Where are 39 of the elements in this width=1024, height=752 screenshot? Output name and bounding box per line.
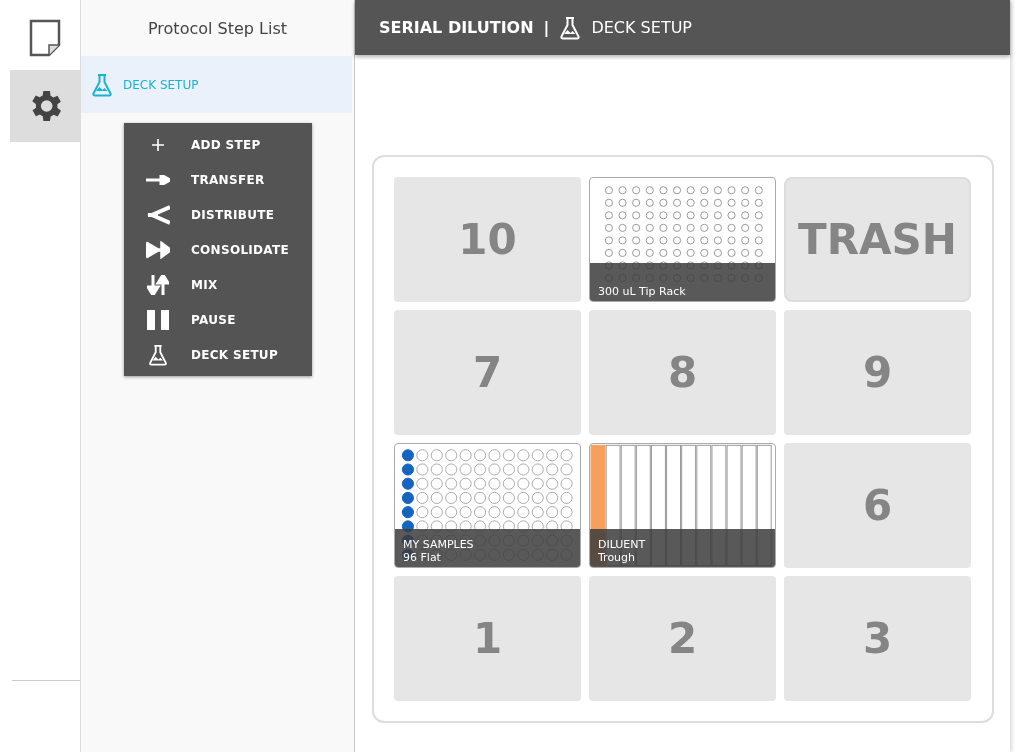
slot-number: 6 (862, 481, 893, 530)
flask-icon (91, 72, 113, 97)
menu-item[interactable]: MIX (124, 267, 312, 302)
pause-icon (146, 309, 169, 330)
file-icon (29, 19, 61, 57)
slot-number: 10 (458, 215, 517, 264)
flask-icon (146, 343, 169, 366)
slot-number: 7 (472, 348, 503, 397)
labware-type: 96 Flat (403, 551, 442, 564)
menu-item[interactable]: DECK SETUP (124, 337, 312, 372)
labware[interactable]: MY SAMPLES 96 Flat (394, 443, 581, 568)
labware-name: 300 uL Tip Rack (598, 285, 687, 298)
plus-icon (151, 138, 164, 151)
labware-name: MY SAMPLES (403, 538, 475, 551)
protocol-name: SERIAL DILUTION (379, 18, 534, 37)
slot-number: 1 (472, 614, 503, 663)
flask-icon (559, 15, 582, 40)
slot-number: 9 (862, 348, 893, 397)
menu-item[interactable]: TRANSFER (124, 162, 312, 197)
labware[interactable]: DILUENT Trough (589, 443, 776, 568)
trash-label: TRASH (798, 215, 957, 264)
menu-item[interactable]: CONSOLIDATE (124, 232, 312, 267)
labware[interactable]: 300 uL Tip Rack (589, 177, 776, 302)
separator: | (543, 18, 550, 37)
sidebar-title: Protocol Step List (146, 17, 288, 40)
menu-item[interactable]: PAUSE (124, 302, 312, 337)
slot-number: 2 (667, 614, 698, 663)
settings-nav-button[interactable] (10, 70, 80, 142)
mix-icon (146, 274, 169, 295)
menu-item[interactable]: DISTRIBUTE (124, 197, 312, 232)
right-arrow-icon (145, 174, 170, 185)
page-title: DECK SETUP (591, 18, 692, 37)
slot-number: 8 (667, 348, 698, 397)
consolidate-icon (145, 240, 170, 259)
labware-name: DILUENT (598, 538, 647, 551)
slot-number: 3 (862, 614, 893, 663)
labware-type: Trough (598, 551, 637, 564)
distribute-icon (145, 204, 170, 225)
menu-item[interactable]: ADD STEP (124, 127, 312, 162)
